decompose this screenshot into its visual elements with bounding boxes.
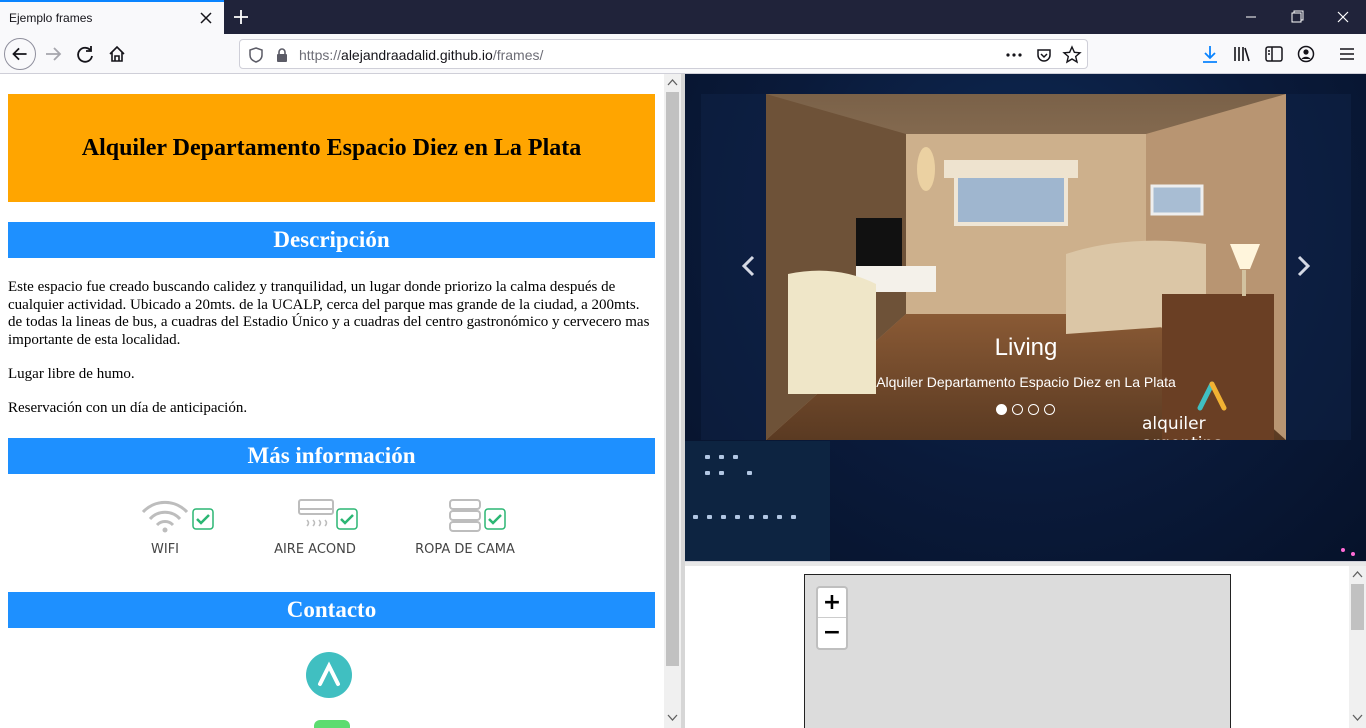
brand-mark-icon xyxy=(1197,381,1227,411)
zoom-out-button[interactable]: − xyxy=(818,618,846,648)
amenity-label: WIFI xyxy=(151,542,179,557)
brand-watermark: alquiler argentina xyxy=(1142,414,1224,440)
pocket-icon[interactable] xyxy=(1034,45,1054,65)
account-icon[interactable] xyxy=(1295,43,1317,65)
new-tab-icon[interactable] xyxy=(230,6,252,28)
scroll-down-arrow-icon[interactable] xyxy=(667,714,678,722)
description-paragraph: Este espacio fue creado buscando calidez… xyxy=(8,279,650,348)
amenity-ropa-de-cama: ROPA DE CAMA xyxy=(390,498,540,568)
slide-caption-title: Living xyxy=(994,334,1058,361)
bookmark-star-icon[interactable] xyxy=(1062,45,1082,65)
map-frame: + − xyxy=(685,566,1366,728)
section-heading-mas-informacion: Más información xyxy=(8,438,655,474)
scroll-up-arrow-icon[interactable] xyxy=(1352,570,1363,578)
slideshow-frame: Living Alquiler Departamento Espacio Die… xyxy=(685,74,1366,561)
alquiler-argentina-logo-link[interactable] xyxy=(306,652,352,698)
wifi-icon xyxy=(141,500,189,533)
scrollbar-thumb[interactable] xyxy=(1351,584,1364,630)
hamburger-menu-icon[interactable] xyxy=(1336,43,1358,65)
section-heading-contacto: Contacto xyxy=(8,592,655,628)
forward-arrow-icon[interactable] xyxy=(37,38,69,70)
zoom-control: + − xyxy=(816,586,848,650)
library-icon[interactable] xyxy=(1231,43,1253,65)
address-bar[interactable]: https://alejandraadalid.github.io/frames… xyxy=(239,39,1088,69)
check-icon xyxy=(192,508,214,530)
scroll-up-arrow-icon[interactable] xyxy=(667,78,678,86)
scroll-down-arrow-icon[interactable] xyxy=(1352,714,1363,722)
amenity-label: AIRE ACOND xyxy=(274,542,356,557)
amenity-label: ROPA DE CAMA xyxy=(415,542,515,557)
background-light xyxy=(1341,548,1345,552)
page-title: Alquiler Departamento Espacio Diez en La… xyxy=(81,134,582,161)
close-window-icon[interactable] xyxy=(1320,0,1366,34)
tab-strip: Ejemplo frames xyxy=(0,0,1366,34)
carousel-prev-icon[interactable] xyxy=(739,254,759,278)
left-frame: Alquiler Departamento Espacio Diez en La… xyxy=(0,74,664,728)
left-frame-scrollbar[interactable] xyxy=(664,74,681,728)
shield-icon[interactable] xyxy=(246,45,266,65)
carousel-dot-3[interactable] xyxy=(1028,404,1039,415)
background-light xyxy=(1351,552,1355,556)
zoom-in-button[interactable]: + xyxy=(818,588,846,618)
close-tab-icon[interactable] xyxy=(198,10,214,26)
reservation-paragraph: Reservación con un día de anticipación. xyxy=(8,400,248,416)
reload-icon[interactable] xyxy=(69,38,101,70)
minimize-icon[interactable] xyxy=(1228,0,1274,34)
amenity-wifi: WIFI xyxy=(90,498,240,568)
city-background xyxy=(685,441,830,561)
alquiler-argentina-logo-icon xyxy=(318,661,340,686)
tab-title: Ejemplo frames xyxy=(9,11,93,25)
carousel-indicators xyxy=(996,404,1076,416)
page-header: Alquiler Departamento Espacio Diez en La… xyxy=(8,94,655,202)
whatsapp-icon[interactable] xyxy=(314,720,350,728)
carousel-dot-2[interactable] xyxy=(1012,404,1023,415)
back-arrow-icon[interactable] xyxy=(4,38,36,70)
lock-icon[interactable] xyxy=(272,45,292,65)
scrollbar-thumb[interactable] xyxy=(666,92,679,666)
section-heading-descripcion: Descripción xyxy=(8,222,655,258)
carousel-dot-4[interactable] xyxy=(1044,404,1055,415)
map-frame-scrollbar[interactable] xyxy=(1349,566,1366,728)
navigation-toolbar: https://alejandraadalid.github.io/frames… xyxy=(0,34,1366,74)
home-icon[interactable] xyxy=(101,38,133,70)
restore-icon[interactable] xyxy=(1274,0,1320,34)
browser-tab[interactable]: Ejemplo frames xyxy=(0,0,224,34)
sidebar-icon[interactable] xyxy=(1263,43,1285,65)
amenity-aire-acond: AIRE ACOND xyxy=(240,498,390,568)
carousel-slide: Living Alquiler Departamento Espacio Die… xyxy=(766,94,1286,440)
check-icon xyxy=(336,508,358,530)
carousel-dot-1[interactable] xyxy=(996,404,1007,415)
bedding-icon xyxy=(449,499,481,532)
map-container[interactable]: + − xyxy=(804,574,1231,728)
carousel-next-icon[interactable] xyxy=(1293,254,1313,278)
downloads-icon[interactable] xyxy=(1199,43,1221,65)
url-text[interactable]: https://alejandraadalid.github.io/frames… xyxy=(299,47,543,63)
smoke-free-paragraph: Lugar libre de humo. xyxy=(8,366,135,382)
air-conditioner-icon xyxy=(298,499,334,527)
check-icon xyxy=(484,508,506,530)
more-actions-icon[interactable] xyxy=(1004,45,1024,65)
